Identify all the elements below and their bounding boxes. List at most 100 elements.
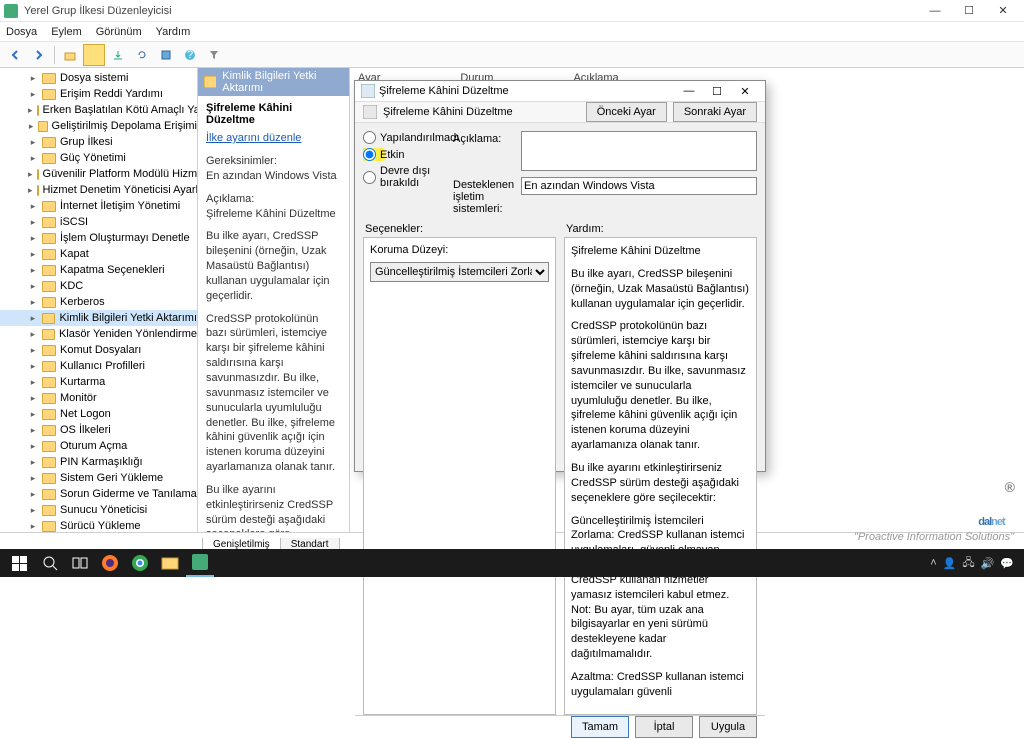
export-button[interactable] — [107, 44, 129, 66]
description-header-label: Kimlik Bilgileri Yetki Aktarımı — [222, 70, 343, 94]
apply-button[interactable]: Uygula — [699, 716, 757, 738]
tree-item[interactable]: ▸Sorun Giderme ve Tanılama — [0, 486, 197, 502]
radio-disabled[interactable]: Devre dışı bırakıldı — [363, 165, 445, 189]
caret-icon: ▸ — [28, 249, 38, 260]
tray-network-icon[interactable]: 🖧 — [962, 554, 974, 573]
caret-icon: ▸ — [28, 153, 38, 164]
tray-up-icon[interactable]: ˄ — [930, 557, 936, 569]
minimize-button[interactable]: — — [918, 0, 952, 22]
radio-not-configured[interactable]: Yapılandırılmadı — [363, 131, 445, 144]
tree-pane[interactable]: ▸Dosya sistemi▸Erişim Reddi Yardımı▸Erke… — [0, 68, 198, 532]
menu-help[interactable]: Yardım — [156, 26, 191, 38]
maximize-button[interactable]: ☐ — [952, 0, 986, 22]
tree-item[interactable]: ▸Net Logon — [0, 406, 197, 422]
menu-action[interactable]: Eylem — [51, 26, 82, 38]
next-setting-button[interactable]: Sonraki Ayar — [673, 102, 757, 122]
req-label: Gereksinimler: — [206, 155, 277, 167]
tree-item[interactable]: ▸Sürücü Yükleme — [0, 518, 197, 532]
edit-policy-link[interactable]: İlke ayarını düzenle — [206, 132, 341, 144]
folder-icon — [37, 169, 39, 180]
tree-item[interactable]: ▸Sistem Geri Yükleme — [0, 470, 197, 486]
taskbar-firefox-icon[interactable] — [96, 549, 124, 577]
taskbar-explorer-icon[interactable] — [156, 549, 184, 577]
taskbar-chrome-icon[interactable] — [126, 549, 154, 577]
tree-item-label: Klasör Yeniden Yönlendirme — [59, 328, 197, 340]
menubar: Dosya Eylem Görünüm Yardım — [0, 22, 1024, 42]
properties-button[interactable] — [155, 44, 177, 66]
dialog-desc-label: Açıklama: — [453, 131, 515, 145]
help-button[interactable]: ? — [179, 44, 201, 66]
start-button[interactable] — [4, 549, 34, 577]
tree-item[interactable]: ▸OS İlkeleri — [0, 422, 197, 438]
help-title: Şifreleme Kâhini Düzeltme — [571, 244, 750, 259]
tree-item[interactable]: ▸PIN Karmaşıklığı — [0, 454, 197, 470]
desc-para: CredSSP protokolünün bazı sürümleri, ist… — [206, 312, 341, 475]
tree-item[interactable]: ▸Erken Başlatılan Kötü Amaçlı Yazılımdan… — [0, 102, 197, 118]
caret-icon: ▸ — [28, 521, 38, 532]
folder-icon — [42, 217, 56, 228]
prev-setting-button[interactable]: Önceki Ayar — [586, 102, 667, 122]
tree-item[interactable]: ▸ Güç Yönetimi — [0, 150, 197, 166]
ok-button[interactable]: Tamam — [571, 716, 629, 738]
tree-item[interactable]: ▸Grup İlkesi — [0, 134, 197, 150]
taskbar-gpedit-icon[interactable] — [186, 549, 214, 577]
tree-item[interactable]: ▸İnternet İletişim Yönetimi — [0, 198, 197, 214]
refresh-button[interactable] — [131, 44, 153, 66]
tree-item[interactable]: ▸İşlem Oluşturmayı Denetle — [0, 230, 197, 246]
tree-item-label: Kurtarma — [60, 376, 105, 388]
tray-notifications-icon[interactable]: 💬 — [1000, 557, 1014, 570]
tree-item[interactable]: ▸Kerberos — [0, 294, 197, 310]
tray-people-icon[interactable]: 👤 — [943, 557, 957, 570]
menu-file[interactable]: Dosya — [6, 26, 37, 38]
taskbar-taskview-icon[interactable] — [66, 549, 94, 577]
setting-title: Şifreleme Kâhini Düzeltme — [206, 102, 341, 126]
show-hide-button[interactable] — [83, 44, 105, 66]
dialog-desc-textarea[interactable] — [521, 131, 757, 171]
tree-item[interactable]: ▸Geliştirilmiş Depolama Erişimi — [0, 118, 197, 134]
tree-item[interactable]: ▸Sunucu Yöneticisi — [0, 502, 197, 518]
tree-item[interactable]: ▸Klasör Yeniden Yönlendirme — [0, 326, 197, 342]
tree-item[interactable]: ▸Erişim Reddi Yardımı — [0, 86, 197, 102]
dialog-minimize-button[interactable]: — — [675, 81, 703, 101]
menu-view[interactable]: Görünüm — [96, 26, 142, 38]
tree-item[interactable]: ▸Oturum Açma — [0, 438, 197, 454]
dialog-close-button[interactable]: ✕ — [731, 81, 759, 101]
protection-level-select[interactable]: Güncelleştirilmiş İstemcileri Zorla — [370, 262, 549, 282]
caret-icon: ▸ — [28, 281, 38, 292]
tree-item[interactable]: ▸Monitör — [0, 390, 197, 406]
radio-enabled[interactable]: Etkin — [363, 148, 445, 161]
tree-item[interactable]: ▸Kimlik Bilgileri Yetki Aktarımı — [0, 310, 197, 326]
folder-icon — [37, 105, 39, 116]
taskbar: ˄ 👤 🖧 🔊 💬 — [0, 549, 1024, 577]
forward-button[interactable] — [28, 44, 50, 66]
tree-item-label: iSCSI — [60, 216, 88, 228]
tree-item[interactable]: ▸Kapatma Seçenekleri — [0, 262, 197, 278]
tree-item[interactable]: ▸Komut Dosyaları — [0, 342, 197, 358]
tree-item[interactable]: ▸Hizmet Denetim Yöneticisi Ayarları — [0, 182, 197, 198]
tree-item[interactable]: ▸Kullanıcı Profilleri — [0, 358, 197, 374]
filter-button[interactable] — [203, 44, 225, 66]
taskbar-search-icon[interactable] — [36, 549, 64, 577]
tray-volume-icon[interactable]: 🔊 — [981, 557, 995, 570]
tree-item[interactable]: ▸Güvenilir Platform Modülü Hizmetleri — [0, 166, 197, 182]
folder-icon — [42, 345, 56, 356]
tree-item-label: Güç Yönetimi — [60, 152, 126, 164]
back-button[interactable] — [4, 44, 26, 66]
tree-item[interactable]: ▸Kurtarma — [0, 374, 197, 390]
help-label: Yardım: — [566, 223, 755, 235]
caret-icon: ▸ — [28, 473, 38, 484]
cancel-button[interactable]: İptal — [635, 716, 693, 738]
dialog-maximize-button[interactable]: ☐ — [703, 81, 731, 101]
folder-icon — [37, 185, 39, 196]
tree-item[interactable]: ▸Kapat — [0, 246, 197, 262]
tree-item[interactable]: ▸Dosya sistemi — [0, 70, 197, 86]
tree-item[interactable]: ▸iSCSI — [0, 214, 197, 230]
close-button[interactable]: ✕ — [986, 0, 1020, 22]
caret-icon: ▸ — [28, 313, 38, 324]
folder-icon — [42, 329, 55, 340]
tree-item-label: Kullanıcı Profilleri — [60, 360, 145, 372]
help-panel[interactable]: Şifreleme Kâhini Düzeltme Bu ilke ayarı,… — [564, 237, 757, 715]
tree-item[interactable]: ▸KDC — [0, 278, 197, 294]
caret-icon: ▸ — [28, 297, 38, 308]
up-button[interactable] — [59, 44, 81, 66]
